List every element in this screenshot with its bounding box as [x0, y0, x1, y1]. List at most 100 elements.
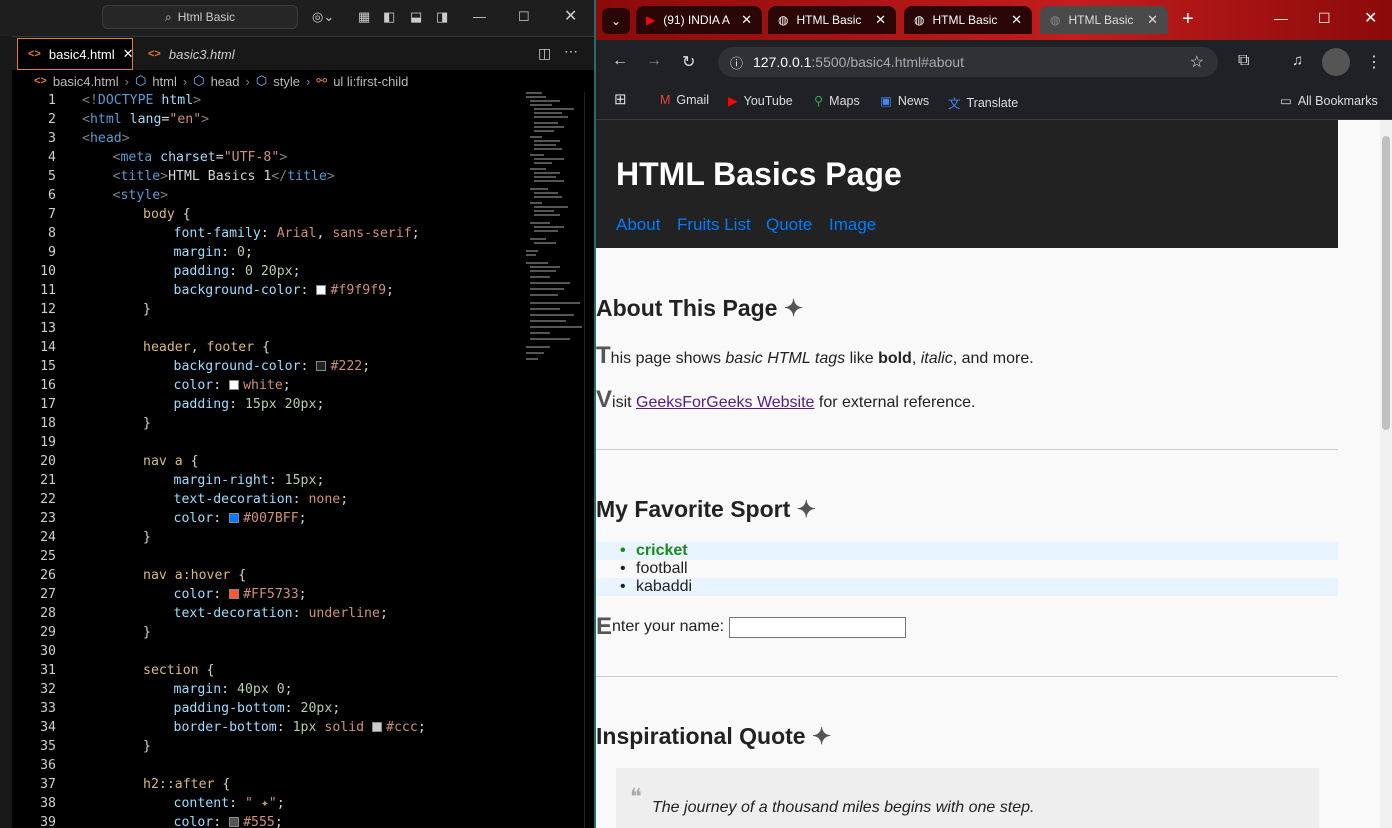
code-token: section	[143, 663, 199, 678]
minimap[interactable]	[522, 92, 584, 392]
vscode-title-bar: ⌕ Html Basic ◎⌄ ▦ ◧ ⬓ ◨ — ☐ ✕	[0, 0, 596, 36]
bookmark-maps[interactable]: ⚲ Maps	[814, 93, 860, 109]
code-token: background-color	[173, 283, 301, 298]
breadcrumb-item[interactable]: head	[211, 74, 240, 89]
back-icon[interactable]: ←	[612, 52, 628, 70]
bookmark-translate[interactable]: 文 Translate	[948, 93, 1018, 112]
chrome-tab[interactable]: ▶ (91) INDIA A ✕	[636, 6, 762, 34]
code-token: 15px 20px	[244, 397, 317, 412]
bookmarks-bar: ⊞ M Gmail ▶ YouTube ⚲ Maps ▣ News 文 Translate…	[596, 84, 1392, 120]
code-line: h2::after {	[143, 777, 230, 792]
code-token: }	[143, 530, 151, 545]
bookmark-star-icon[interactable]: ☆	[1190, 52, 1204, 72]
bookmark-news[interactable]: ▣ News	[880, 93, 929, 109]
list-item: • cricket	[596, 542, 1338, 560]
nav-link-fruits[interactable]: Fruits List	[677, 215, 751, 235]
extensions-icon[interactable]: ⧉	[1238, 52, 1249, 70]
text: like	[845, 350, 879, 367]
site-info-icon[interactable]: ⓘ	[730, 53, 743, 72]
nav-link-image[interactable]: Image	[829, 215, 876, 235]
bookmark-gmail[interactable]: M Gmail	[660, 93, 709, 107]
code-token: {	[198, 663, 215, 678]
command-center-search[interactable]: ⌕ Html Basic	[102, 5, 298, 29]
chrome-tab-active[interactable]: ◍ HTML Basic ✕	[1040, 6, 1168, 34]
vscode-window: ⌕ Html Basic ◎⌄ ▦ ◧ ⬓ ◨ — ☐ ✕ <> basic4.…	[0, 0, 596, 828]
line-number: 20	[40, 454, 56, 469]
code-token: 1px	[292, 720, 317, 735]
code-line: background-color: #f9f9f9;	[174, 283, 394, 298]
breadcrumb-item[interactable]: basic4.html	[53, 74, 119, 89]
close-tab-icon[interactable]: ✕	[1011, 12, 1022, 28]
forward-icon[interactable]: →	[646, 52, 662, 70]
apps-icon[interactable]: ⊞	[614, 90, 627, 108]
customize-layout-icon[interactable]: ▦	[358, 9, 370, 25]
close-tab-icon[interactable]: ✕	[1147, 12, 1158, 28]
minimize-icon[interactable]: —	[473, 9, 486, 25]
scrollbar-thumb[interactable]	[1382, 136, 1390, 430]
address-bar[interactable]: ⓘ 127.0.0.1:5500/basic4.html#about ☆	[718, 47, 1218, 77]
chevron-right-icon: ›	[245, 73, 250, 89]
close-tab-icon[interactable]: ✕	[741, 12, 752, 28]
close-icon[interactable]: ✕	[564, 9, 577, 25]
section-divider	[596, 449, 1338, 450]
close-tab-icon[interactable]: ✕	[123, 46, 134, 62]
code-token: " ✦"	[244, 796, 277, 811]
breadcrumb-item[interactable]: ul li:first-child	[333, 74, 408, 89]
code-token: 40px 0	[237, 682, 285, 697]
nav-link-about[interactable]: About	[616, 215, 660, 235]
media-controls-icon[interactable]: ♫	[1292, 52, 1303, 69]
code-token: title	[287, 169, 327, 184]
code-token: margin	[173, 245, 222, 260]
close-icon[interactable]: ✕	[1364, 8, 1377, 28]
toggle-sidebar-icon[interactable]: ◧	[383, 9, 395, 25]
code-token: color	[173, 511, 214, 526]
breadcrumb-item[interactable]: html	[152, 74, 177, 89]
code-token: ;	[332, 701, 341, 716]
external-link[interactable]: GeeksForGeeks Website	[636, 394, 814, 411]
code-token: border-bottom	[173, 720, 277, 735]
editor-tabs: <> basic4.html ✕ <> basic3.html ◫ ⋯	[12, 36, 596, 70]
code-token: sans-serif	[332, 226, 412, 241]
more-actions-icon[interactable]: ⋯	[564, 43, 578, 60]
code-line: color: white;	[174, 378, 291, 393]
reload-icon[interactable]: ↻	[682, 52, 695, 72]
code-token: html	[89, 112, 122, 127]
minimize-icon[interactable]: —	[1274, 10, 1288, 26]
copilot-icon[interactable]: ◎⌄	[312, 9, 334, 25]
menu-icon[interactable]: ⋮	[1366, 52, 1382, 72]
new-tab-icon[interactable]: +	[1182, 8, 1194, 31]
chrome-window: ⌄ ▶ (91) INDIA A ✕ ◍ HTML Basic ✕ ◍ HTML…	[596, 0, 1392, 828]
color-swatch	[372, 722, 383, 732]
chrome-tab[interactable]: ◍ HTML Basic ✕	[768, 6, 896, 34]
maximize-icon[interactable]: ☐	[518, 9, 530, 25]
editor-scrollbar[interactable]	[584, 92, 594, 828]
line-number: 23	[40, 511, 56, 526]
chevron-right-icon: ›	[305, 73, 311, 89]
avatar[interactable]	[1322, 48, 1350, 76]
code-line: border-bottom: 1px solid #ccc;	[174, 720, 426, 735]
chrome-tab[interactable]: ◍ HTML Basic ✕	[904, 6, 1032, 34]
tab-basic3[interactable]: <> basic3.html	[138, 38, 264, 70]
bullet-icon: •	[620, 578, 626, 595]
split-editor-icon[interactable]: ◫	[538, 45, 551, 62]
breadcrumb-item[interactable]: style	[273, 74, 300, 89]
code-token: ;	[274, 815, 283, 828]
tab-search-button[interactable]: ⌄	[602, 8, 630, 34]
color-swatch	[316, 285, 327, 295]
bold-text: bold	[878, 350, 912, 367]
close-tab-icon[interactable]: ✕	[875, 12, 886, 28]
toggle-secondary-sidebar-icon[interactable]: ◨	[436, 9, 448, 25]
code-line: <html lang="en">	[82, 112, 209, 127]
toggle-panel-icon[interactable]: ⬓	[410, 9, 422, 25]
code-token: color	[173, 815, 214, 828]
nav-link-quote[interactable]: Quote	[766, 215, 812, 235]
code-editor[interactable]: 1 <!DOCTYPE html> 2 <html lang="en"> 3 <head>…	[12, 92, 522, 828]
bookmark-youtube[interactable]: ▶ YouTube	[728, 93, 793, 109]
all-bookmarks[interactable]: ▭ All Bookmarks	[1280, 93, 1378, 109]
name-input[interactable]	[729, 616, 907, 638]
page-scrollbar[interactable]	[1380, 120, 1392, 828]
tab-basic4[interactable]: <> basic4.html ✕	[17, 38, 134, 70]
code-line: <style>	[113, 188, 169, 203]
maximize-icon[interactable]: ☐	[1318, 10, 1331, 27]
